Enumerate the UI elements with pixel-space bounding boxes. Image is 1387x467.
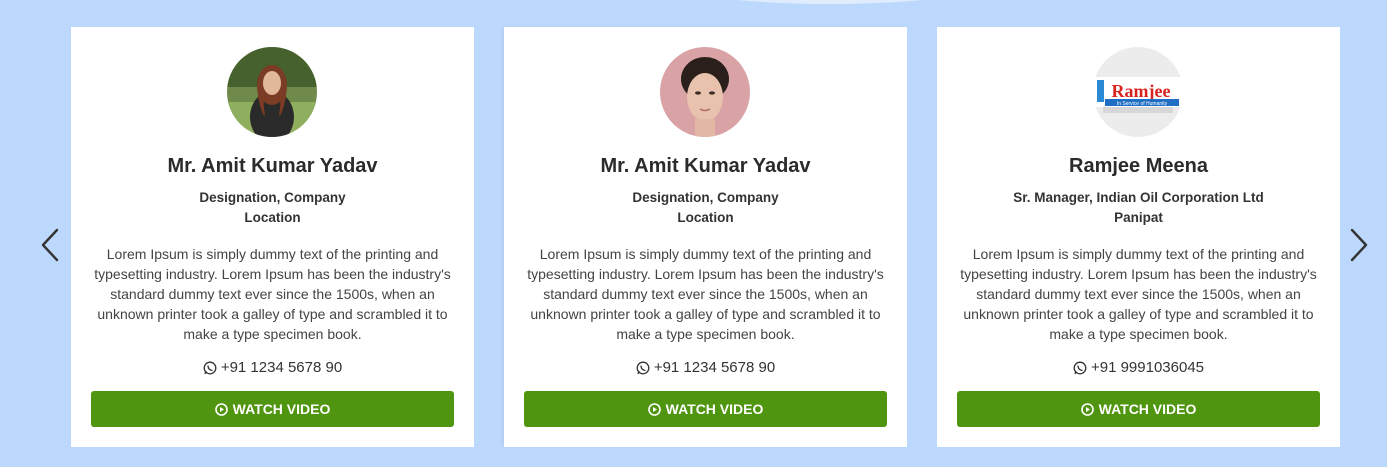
carousel-prev-button[interactable] [34,228,66,262]
play-circle-icon [647,402,661,416]
designation: Sr. Manager, Indian Oil Corporation Ltd [1013,190,1264,205]
phone-contact[interactable]: +91 1234 5678 90 [71,359,474,376]
person-name: Ramjee Meena [1069,155,1208,177]
watch-video-label: WATCH VIDEO [232,401,331,417]
location: Panipat [1114,210,1163,225]
chevron-right-icon [1350,228,1368,262]
testimonial-text: Lorem Ipsum is simply dummy text of the … [960,246,1317,342]
watch-video-button[interactable]: WATCH VIDEO [524,391,887,427]
phone-contact[interactable]: +91 1234 5678 90 [504,359,907,376]
phone-number: +91 9991036045 [1090,359,1205,376]
avatar [227,47,317,137]
whatsapp-icon [636,361,650,374]
location: Location [244,210,301,225]
watch-video-button[interactable]: WATCH VIDEO [91,391,454,427]
phone-number: +91 1234 5678 90 [653,359,776,376]
chevron-left-icon [41,228,59,262]
watch-video-button[interactable]: WATCH VIDEO [957,391,1320,427]
logo-text: Ramjee [1112,81,1171,101]
testimonial-card: Ramjee In Service of Humanity Ramjee Mee… [937,27,1340,447]
avatar [660,47,750,137]
play-circle-icon [1080,402,1094,416]
testimonial-text: Lorem Ipsum is simply dummy text of the … [527,246,884,342]
watch-video-label: WATCH VIDEO [665,401,764,417]
logo-tagline: In Service of Humanity [1117,101,1168,107]
testimonial-text: Lorem Ipsum is simply dummy text of the … [94,246,451,342]
play-circle-icon [214,402,228,416]
carousel-next-button[interactable] [1343,228,1375,262]
person-name: Mr. Amit Kumar Yadav [167,155,378,177]
phone-number: +91 1234 5678 90 [220,359,343,376]
designation: Designation, Company [199,190,346,205]
watch-video-label: WATCH VIDEO [1098,401,1197,417]
whatsapp-icon [1073,361,1087,374]
testimonial-card: Mr. Amit Kumar Yadav Designation, Compan… [71,27,474,447]
person-name: Mr. Amit Kumar Yadav [600,155,811,177]
phone-contact[interactable]: +91 9991036045 [937,359,1340,376]
top-decorative-arc [690,0,970,4]
whatsapp-icon [203,361,217,374]
location: Location [677,210,734,225]
designation: Designation, Company [632,190,779,205]
testimonial-card: Mr. Amit Kumar Yadav Designation, Compan… [504,27,907,447]
company-logo: Ramjee In Service of Humanity [1093,47,1183,137]
